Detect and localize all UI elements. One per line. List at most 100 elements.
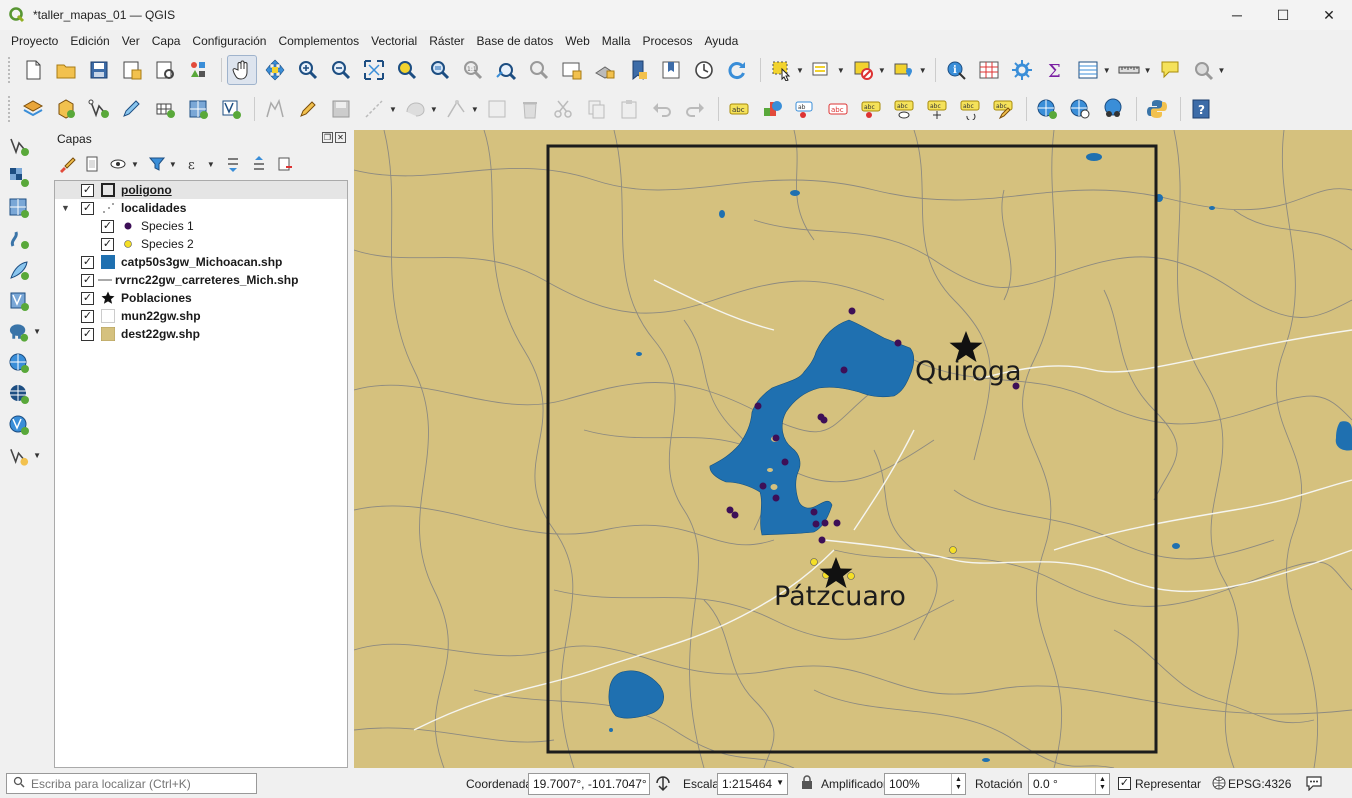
dropdown-arrow-icon[interactable]: ▼ — [1103, 66, 1111, 75]
layer-visibility-checkbox[interactable]: ✓ — [81, 273, 94, 287]
add-spatialite-button[interactable] — [0, 285, 44, 316]
copy-features-button[interactable] — [581, 94, 611, 124]
layer-visibility-checkbox[interactable]: ✓ — [81, 327, 94, 341]
toggle-editing-button[interactable] — [293, 94, 323, 124]
style-layer-button[interactable] — [56, 153, 78, 175]
menu-ver[interactable]: Ver — [116, 34, 146, 48]
dropdown-arrow-icon[interactable]: ▼ — [837, 66, 845, 75]
paste-features-button[interactable] — [614, 94, 644, 124]
layer-row-catp50s3gw[interactable]: ✓ catp50s3gw_Michoacan.shp — [55, 253, 282, 271]
dropdown-arrow-icon[interactable]: ▼ — [796, 66, 804, 75]
zoom-to-selection-button[interactable] — [392, 55, 422, 85]
dropdown-arrow-icon[interactable]: ▼ — [169, 160, 177, 169]
help-button[interactable]: ? — [1186, 94, 1216, 124]
modify-attributes-button[interactable] — [482, 94, 512, 124]
map-canvas[interactable]: Quiroga Pátzcuaro — [354, 130, 1352, 768]
layer-labeling-button[interactable]: abc — [724, 94, 754, 124]
chevron-down-icon[interactable]: ▼ — [776, 778, 784, 787]
close-panel-icon[interactable]: ✕ — [335, 132, 346, 143]
new-3d-view-button[interactable] — [590, 55, 620, 85]
change-label-button[interactable]: abc — [988, 94, 1018, 124]
messages-icon[interactable] — [1305, 775, 1323, 794]
add-vector-layer-button[interactable] — [84, 94, 114, 124]
dropdown-arrow-icon[interactable]: ▼ — [1144, 66, 1152, 75]
toolbar-grip[interactable] — [8, 96, 12, 122]
add-raster-layer-button[interactable] — [117, 94, 147, 124]
zoom-full-button[interactable] — [359, 55, 389, 85]
highlight-pinned-labels-button[interactable]: ab — [790, 94, 820, 124]
metasearch-button[interactable] — [1032, 94, 1062, 124]
layer-row-dest22gw[interactable]: ✓ dest22gw.shp — [55, 325, 200, 343]
add-raster-layer-button[interactable] — [0, 161, 44, 192]
menu-edicion[interactable]: Edición — [64, 34, 115, 48]
open-attribute-table-button[interactable] — [974, 55, 1004, 85]
add-postgis-button[interactable]: ▼ — [0, 316, 44, 347]
menu-web[interactable]: Web — [559, 34, 595, 48]
close-button[interactable]: ✕ — [1306, 0, 1352, 30]
rotate-label-button[interactable]: abc — [955, 94, 985, 124]
new-bookmark-button[interactable] — [623, 55, 653, 85]
menu-base-de-datos[interactable]: Base de datos — [471, 34, 560, 48]
dropdown-arrow-icon[interactable]: ▼ — [389, 105, 397, 114]
locate-button[interactable] — [1188, 55, 1218, 85]
undo-button[interactable] — [647, 94, 677, 124]
layer-visibility-checkbox[interactable]: ✓ — [81, 309, 94, 323]
show-hide-labels-button[interactable]: abc — [823, 94, 853, 124]
zoom-last-button[interactable] — [491, 55, 521, 85]
minimize-button[interactable]: ─ — [1214, 0, 1260, 30]
zoom-to-layer-button[interactable] — [425, 55, 455, 85]
dropdown-arrow-icon[interactable]: ▼ — [131, 160, 139, 169]
float-panel-icon[interactable]: ❐ — [322, 132, 333, 143]
spinbox-arrows-icon[interactable]: ▲ ▼ — [1095, 774, 1109, 794]
add-wfs-button[interactable] — [0, 409, 44, 440]
rotation-spinbox[interactable]: 0.0 ° ▲ ▼ — [1028, 773, 1110, 795]
add-wms-layer-button[interactable] — [183, 94, 213, 124]
menu-capa[interactable]: Capa — [146, 34, 187, 48]
layout-manager-button[interactable] — [150, 55, 180, 85]
layer-visibility-checkbox[interactable]: ✓ — [81, 291, 94, 305]
show-hide-label-button[interactable]: abc — [889, 94, 919, 124]
dropdown-arrow-icon[interactable]: ▼ — [207, 160, 215, 169]
save-edits-button[interactable] — [326, 94, 356, 124]
dropdown-arrow-icon[interactable]: ▼ — [1218, 66, 1226, 75]
temporal-controller-button[interactable] — [689, 55, 719, 85]
python-console-button[interactable] — [1142, 94, 1172, 124]
move-label-button[interactable]: abc — [922, 94, 952, 124]
web-map-button[interactable] — [1098, 94, 1128, 124]
open-table-button[interactable] — [1073, 55, 1103, 85]
toolbar-grip[interactable] — [8, 57, 12, 83]
category-visibility-checkbox[interactable]: ✓ — [101, 219, 114, 233]
add-wcs-button[interactable] — [0, 378, 44, 409]
select-by-location-button[interactable] — [889, 55, 919, 85]
pan-to-selection-button[interactable] — [260, 55, 290, 85]
crs-label[interactable]: EPSG:4326 — [1228, 777, 1291, 791]
dropdown-arrow-icon[interactable]: ▼ — [471, 105, 479, 114]
menu-raster[interactable]: Ráster — [423, 34, 470, 48]
menu-complementos[interactable]: Complementos — [272, 34, 365, 48]
open-project-button[interactable] — [51, 55, 81, 85]
layer-visibility-checkbox[interactable]: ✓ — [81, 201, 94, 215]
web-search-button[interactable] — [1065, 94, 1095, 124]
category-visibility-checkbox[interactable]: ✓ — [101, 237, 114, 251]
show-bookmarks-button[interactable] — [656, 55, 686, 85]
new-vector-layer-button[interactable]: ▼ — [0, 440, 44, 471]
remove-layer-button[interactable] — [274, 153, 296, 175]
coordinate-toggle-icon[interactable] — [654, 774, 672, 795]
redo-button[interactable] — [680, 94, 710, 124]
dropdown-arrow-icon[interactable]: ▼ — [919, 66, 927, 75]
style-manager-button[interactable] — [183, 55, 213, 85]
layer-visibility-checkbox[interactable]: ✓ — [81, 183, 94, 197]
add-delimited-text-button[interactable] — [0, 254, 44, 285]
filter-by-expression-button[interactable]: ε — [184, 153, 206, 175]
magnifier-spinbox[interactable]: 100% ▲ ▼ — [884, 773, 966, 795]
zoom-in-button[interactable] — [293, 55, 323, 85]
menu-malla[interactable]: Malla — [596, 34, 637, 48]
cut-features-button[interactable] — [548, 94, 578, 124]
new-project-button[interactable] — [18, 55, 48, 85]
new-map-view-button[interactable] — [557, 55, 587, 85]
layer-diagram-button[interactable] — [757, 94, 787, 124]
expand-all-button[interactable] — [222, 153, 244, 175]
data-source-manager-button[interactable] — [18, 94, 48, 124]
add-wms-button[interactable] — [0, 347, 44, 378]
processing-toolbox-button[interactable] — [1007, 55, 1037, 85]
